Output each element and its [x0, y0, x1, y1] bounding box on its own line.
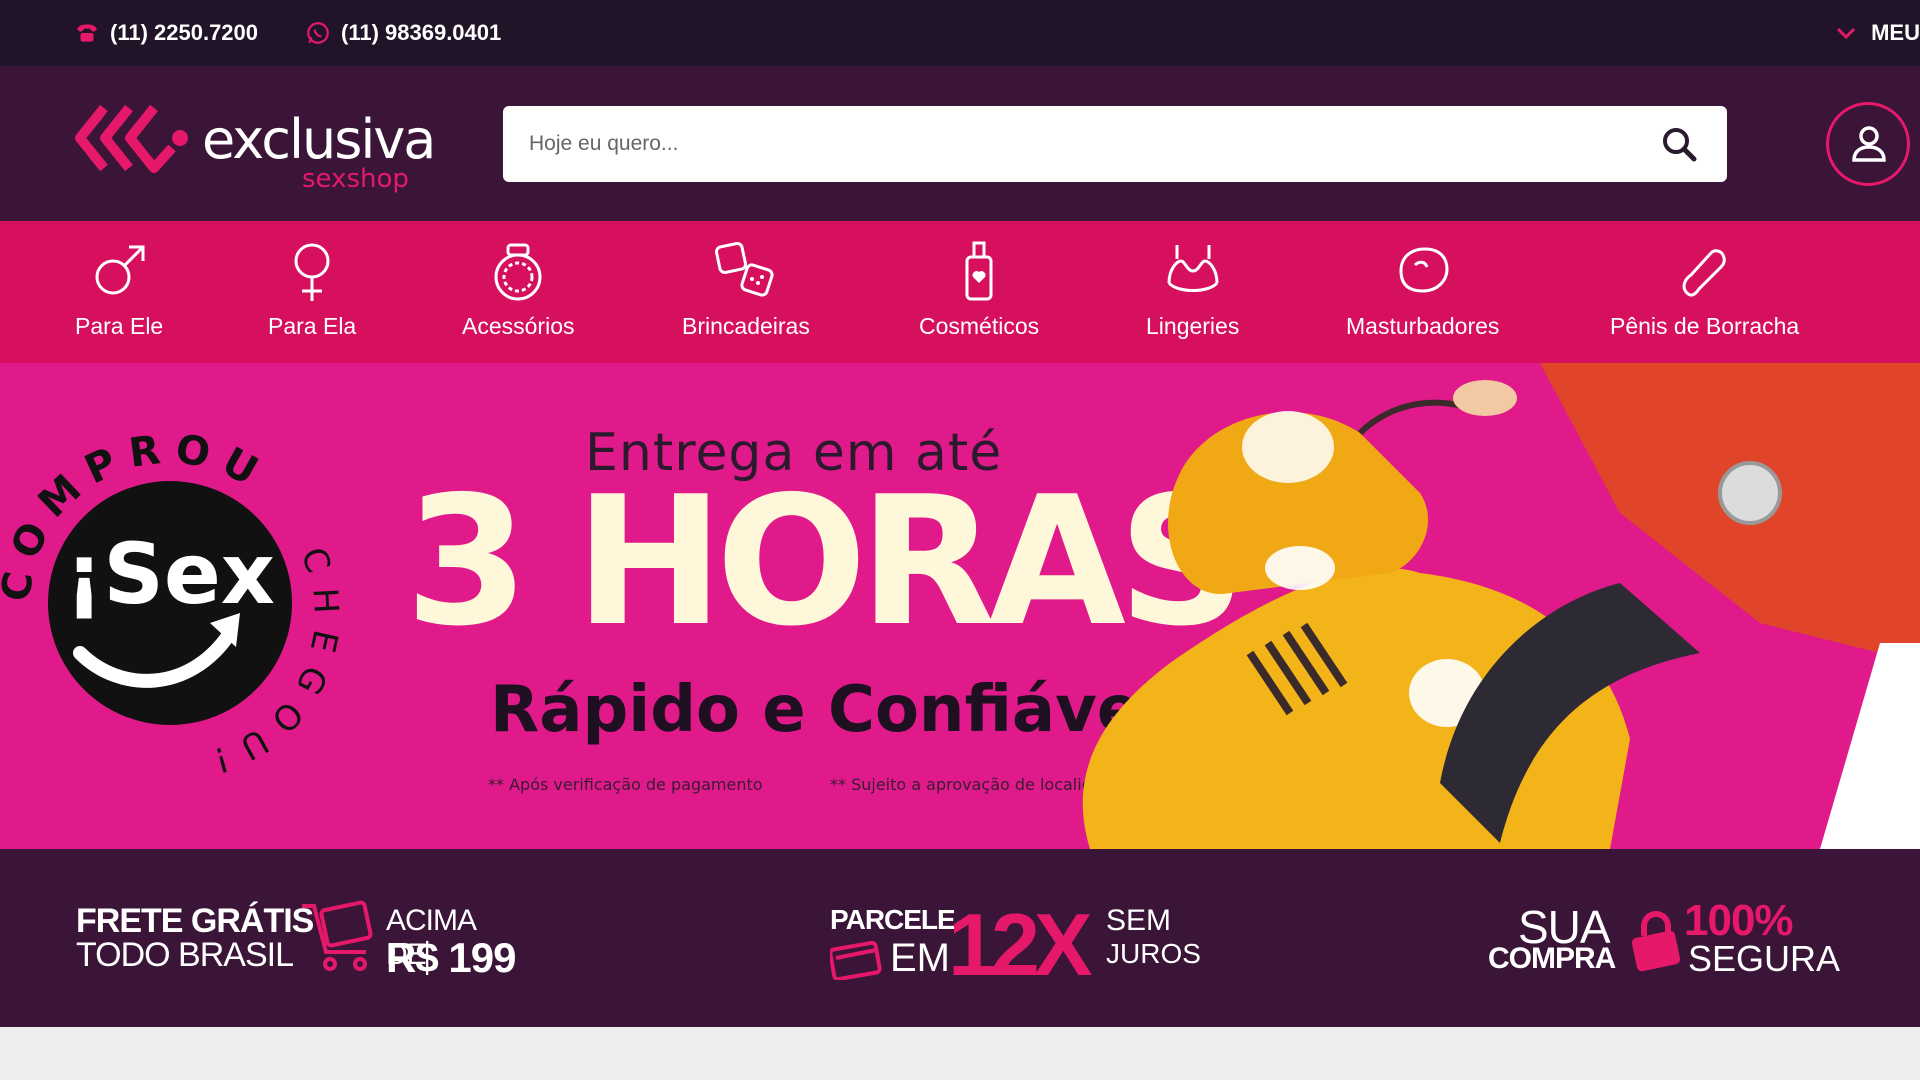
installments-juros: JUROS [1106, 938, 1201, 969]
category-label: Cosméticos [919, 313, 1040, 339]
page-footer-area [0, 1027, 1920, 1080]
category-masturbadores[interactable]: Masturbadores [1346, 239, 1499, 340]
free-shipping-line1: FRETE GRÁTIS [76, 902, 314, 940]
benefits-bar: FRETE GRÁTIS TODO BRASIL ACIMA DE R$ 199… [0, 849, 1920, 1027]
whatsapp-contact[interactable]: (11) 98369.0401 [305, 20, 501, 46]
top-bar: (11) 2250.7200 (11) 98369.0401 MEU [0, 0, 1920, 66]
chevron-down-icon [1837, 27, 1856, 40]
lingerie-icon [1167, 245, 1219, 292]
secure-compra: COMPRA [1488, 942, 1616, 975]
secure-segura: SEGURA [1688, 938, 1841, 979]
shopping-cart-icon [302, 900, 373, 971]
category-brincadeiras[interactable]: Brincadeiras [682, 239, 810, 340]
site-logo[interactable]: exclusiva sexshop [74, 98, 436, 194]
header: exclusiva sexshop [0, 66, 1920, 221]
installments-line2: EM [890, 936, 950, 980]
category-label: Lingeries [1146, 313, 1240, 339]
search-input[interactable] [529, 106, 1629, 182]
installments-count: 12X [948, 895, 1093, 994]
category-nav: Para Ele Para Ela Acessórios Brincadeira… [0, 221, 1920, 363]
category-acessorios[interactable]: Acessórios [462, 239, 574, 340]
account-menu-label: MEU [1871, 20, 1920, 45]
category-penis-de-borracha[interactable]: Pênis de Borracha [1610, 239, 1799, 340]
category-label: Para Ela [268, 313, 357, 339]
rubber-toy-icon [1682, 249, 1726, 297]
female-symbol-icon [294, 243, 330, 301]
category-para-ele[interactable]: Para Ele [75, 239, 163, 340]
category-label: Pênis de Borracha [1610, 313, 1800, 339]
whatsapp-number: (11) 98369.0401 [341, 20, 502, 45]
credit-card-icon [830, 940, 882, 980]
account-button[interactable] [1826, 102, 1910, 186]
installments-line1: PARCELE [830, 904, 956, 935]
phone-contact[interactable]: (11) 2250.7200 [74, 20, 258, 46]
logo-wordmark: exclusiva [202, 108, 436, 171]
logo-subtitle: sexshop [302, 164, 409, 194]
bottle-icon [965, 241, 993, 301]
ring-icon [494, 243, 542, 301]
category-cosmeticos[interactable]: Cosméticos [919, 239, 1039, 340]
banner-note-payment: ** Após verificação de pagamento [488, 775, 763, 794]
free-shipping-badge: FRETE GRÁTIS TODO BRASIL ACIMA DE R$ 199 [76, 900, 516, 981]
seal-badge-text: ¡Sex [65, 525, 275, 623]
delivery-scooter-illustration [1082, 363, 1920, 849]
category-lingeries[interactable]: Lingeries [1146, 239, 1239, 340]
installments-badge: PARCELE EM 12X SEM JUROS [830, 895, 1201, 994]
category-label: Brincadeiras [682, 313, 810, 339]
search-bar [503, 106, 1727, 182]
logo-mark-icon [75, 104, 188, 173]
category-label: Acessórios [462, 313, 575, 339]
lock-icon [1631, 911, 1681, 972]
isex-seal: COMPROU CHEGOU! ¡Sex [0, 426, 332, 784]
category-label: Para Ele [75, 313, 164, 339]
free-shipping-value: R$ 199 [386, 934, 516, 981]
installments-sem: SEM [1106, 904, 1172, 937]
promo-banner[interactable]: COMPROU CHEGOU! ¡Sex Entrega em até 3 HO… [0, 363, 1920, 849]
category-para-ela[interactable]: Para Ela [268, 239, 356, 340]
free-shipping-line2: TODO BRASIL [76, 936, 294, 974]
user-icon [1852, 126, 1886, 162]
search-icon[interactable] [1659, 124, 1699, 164]
dice-icon [714, 242, 774, 297]
phone-icon [77, 24, 97, 42]
whatsapp-icon [307, 22, 329, 44]
phone-number: (11) 2250.7200 [110, 20, 259, 45]
category-label: Masturbadores [1346, 313, 1500, 339]
account-menu[interactable]: MEU [1835, 20, 1920, 46]
male-symbol-icon [95, 245, 145, 295]
masturbator-icon [1399, 247, 1449, 293]
